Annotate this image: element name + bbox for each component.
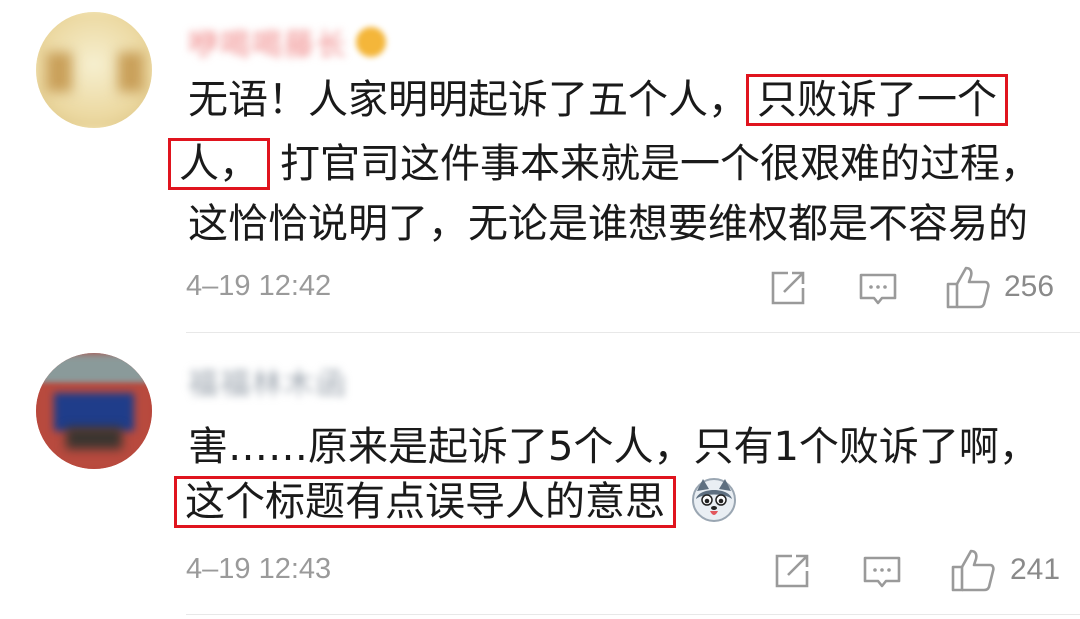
comment-item: 咿喝喝藤长 无语！人家明明起诉了五个人， 只败诉了一个 人， 打官司这件事本来就是一… — [0, 0, 1080, 332]
comment-text-line: 这恰恰说明了，无论是谁想要维权都是不容易的 — [188, 196, 1028, 252]
share-icon[interactable] — [772, 551, 812, 591]
avatar[interactable] — [36, 353, 152, 469]
username[interactable]: 福福林木函 — [188, 363, 348, 402]
member-badge-icon — [356, 27, 386, 57]
username[interactable]: 咿喝喝藤长 — [188, 24, 386, 63]
husky-emoji-icon — [691, 477, 737, 523]
comment-icon[interactable] — [862, 553, 902, 593]
comment-icon[interactable] — [858, 270, 898, 310]
username-text[interactable]: 福福林木函 — [188, 359, 348, 403]
username-text[interactable]: 咿喝喝藤长 — [188, 20, 348, 64]
highlighted-text: 这个标题有点误导人的意思 — [174, 476, 676, 528]
like-count: 256 — [1004, 270, 1055, 303]
comment-text-line: 这个标题有点误导人的意思 — [174, 474, 737, 530]
comment-text: 无语！人家明明起诉了五个人， — [188, 77, 748, 123]
thumbs-up-icon[interactable] — [950, 547, 996, 593]
comment-item: 福福林木函 害……原来是起诉了5个人，只有1个败诉了啊， 这个标题有点误导人的意… — [0, 333, 1080, 619]
highlighted-text: 人， — [168, 138, 270, 190]
highlighted-text: 只败诉了一个 — [746, 74, 1008, 126]
comment-text-line: 人， 打官司这件事本来就是一个很艰难的过程， — [168, 136, 1040, 192]
share-icon[interactable] — [768, 268, 808, 308]
comment-text-line: 无语！人家明明起诉了五个人， 只败诉了一个 — [188, 72, 1008, 128]
timestamp: 4–19 12:42 — [186, 270, 332, 302]
comment-text: 害……原来是起诉了5个人，只有1个败诉了啊， — [188, 424, 1039, 470]
avatar[interactable] — [36, 12, 152, 128]
comment-text: 打官司这件事本来就是一个很艰难的过程， — [280, 141, 1040, 187]
thumbs-up-icon[interactable] — [945, 264, 991, 310]
timestamp: 4–19 12:43 — [186, 553, 332, 585]
comment-text: 这恰恰说明了，无论是谁想要维权都是不容易的 — [188, 201, 1028, 247]
comment-text-line: 害……原来是起诉了5个人，只有1个败诉了啊， — [188, 419, 1039, 475]
divider — [186, 614, 1080, 615]
like-count: 241 — [1010, 553, 1061, 586]
